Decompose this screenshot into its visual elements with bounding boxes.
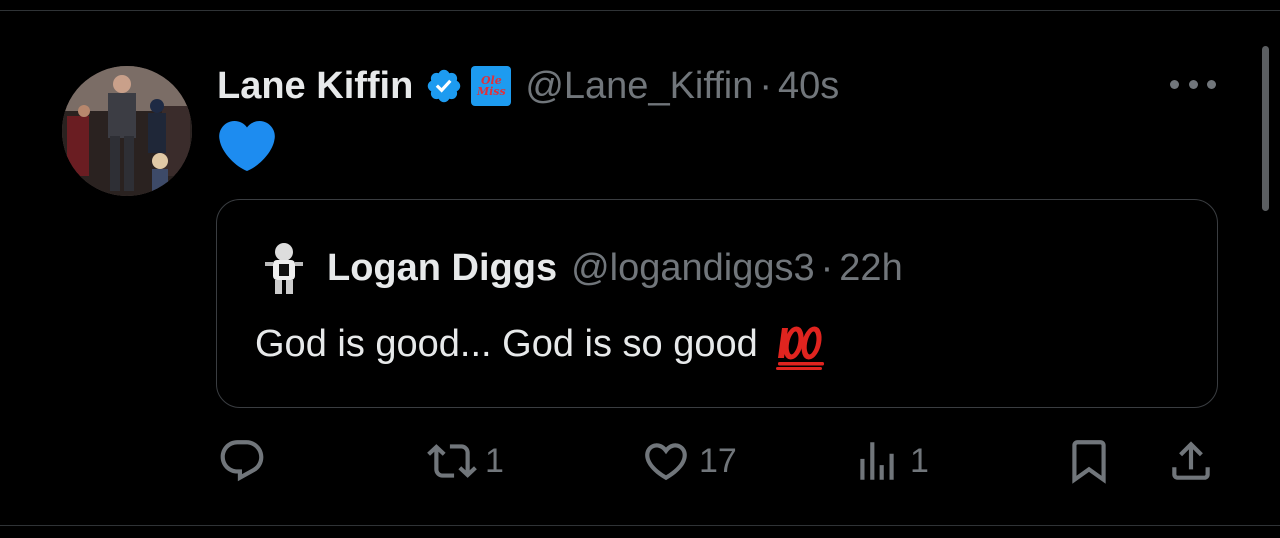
scrollbar[interactable] — [1262, 46, 1269, 211]
quoted-tweet-text: God is good... God is so good — [255, 318, 828, 370]
like-count: 17 — [699, 441, 737, 480]
affiliate-badge-text: Ole Miss — [476, 74, 506, 98]
quoted-timestamp[interactable]: 22h — [839, 247, 902, 290]
quoted-text-content: God is good... God is so good — [255, 322, 758, 365]
tweet-header: Lane Kiffin Ole Miss @Lane_Kiffin · 40s — [217, 60, 839, 112]
author-handle[interactable]: @Lane_Kiffin — [525, 65, 753, 108]
top-divider — [0, 10, 1280, 11]
quoted-author-name[interactable]: Logan Diggs — [327, 247, 557, 290]
quoted-separator-dot: · — [820, 246, 834, 289]
like-button[interactable]: 17 — [641, 436, 737, 486]
share-icon — [1172, 441, 1210, 480]
reply-icon — [220, 440, 264, 482]
author-name[interactable]: Lane Kiffin — [217, 65, 413, 108]
ole-miss-affiliate-badge-icon[interactable]: Ole Miss — [471, 66, 512, 106]
quoted-tweet-header: Logan Diggs @logandiggs3 · 22h — [327, 242, 903, 294]
bookmark-icon — [1072, 440, 1106, 484]
views-chart-icon — [860, 442, 894, 480]
author-avatar[interactable] — [62, 66, 192, 196]
views-button[interactable]: 1 — [852, 436, 929, 486]
quoted-avatar-image — [255, 238, 313, 296]
quoted-tweet-card[interactable]: Logan Diggs @logandiggs3 · 22h God is go… — [216, 199, 1218, 408]
bottom-divider — [0, 525, 1280, 526]
repost-button[interactable]: 1 — [427, 436, 504, 486]
quoted-author-handle[interactable]: @logandiggs3 — [571, 247, 815, 290]
like-heart-icon — [645, 443, 687, 481]
repost-count: 1 — [485, 441, 504, 480]
tweet-timestamp[interactable]: 40s — [778, 65, 839, 108]
blue-heart-icon — [219, 121, 275, 171]
hundred-points-icon — [775, 326, 824, 370]
bookmark-button[interactable] — [1064, 436, 1114, 486]
separator-dot: · — [759, 64, 773, 107]
tweet-action-bar: 1 17 1 — [0, 430, 1280, 490]
repost-icon — [427, 444, 477, 478]
more-options-icon[interactable] — [1170, 72, 1216, 96]
avatar-photo — [62, 66, 192, 196]
share-button[interactable] — [1166, 436, 1216, 486]
views-count: 1 — [910, 441, 929, 480]
quoted-author-avatar[interactable] — [255, 238, 313, 296]
reply-button[interactable] — [217, 436, 275, 486]
verified-badge-icon[interactable] — [425, 67, 463, 105]
